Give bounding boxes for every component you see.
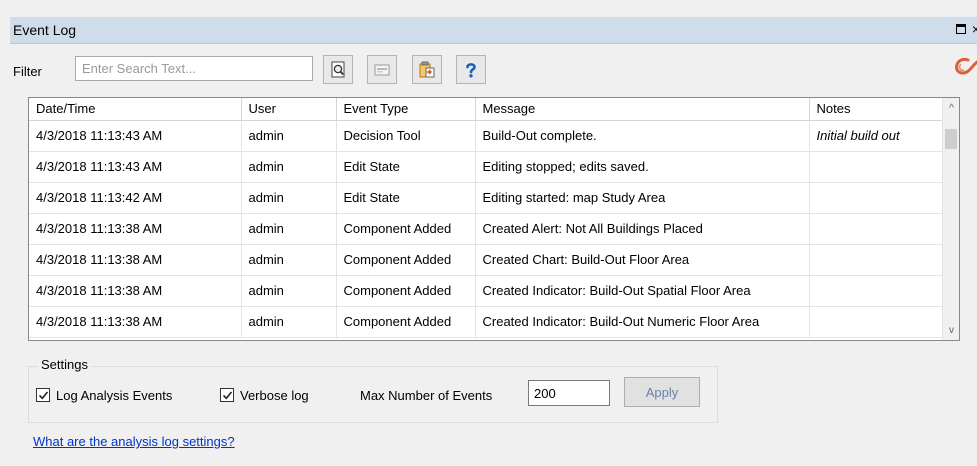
help-question-icon bbox=[466, 63, 476, 78]
column-header-datetime[interactable]: Date/Time bbox=[29, 98, 242, 121]
app-logo-icon bbox=[948, 53, 977, 83]
clear-filter-icon bbox=[374, 64, 390, 76]
restore-icon bbox=[956, 24, 966, 34]
cell-user: admin bbox=[241, 213, 337, 245]
cell-message: Created Alert: Not All Buildings Placed bbox=[475, 213, 810, 245]
cell-message: Created Chart: Build-Out Floor Area bbox=[475, 244, 810, 276]
column-header-notes[interactable]: Notes bbox=[809, 98, 943, 121]
cell-user: admin bbox=[241, 182, 337, 214]
header-row: Date/Time User Event Type Message Notes bbox=[29, 98, 943, 121]
cell-user: admin bbox=[241, 151, 337, 183]
scroll-down-arrow-icon[interactable]: v bbox=[943, 322, 959, 339]
cell-event-type: Component Added bbox=[336, 306, 476, 338]
cell-event-type: Component Added bbox=[336, 213, 476, 245]
table-row[interactable]: 4/3/2018 11:13:38 AM admin Component Add… bbox=[29, 244, 943, 276]
table-row[interactable]: 4/3/2018 11:13:43 AM admin Edit State Ed… bbox=[29, 151, 943, 183]
help-button[interactable] bbox=[456, 55, 486, 84]
clear-filter-button[interactable] bbox=[367, 55, 397, 84]
export-log-icon bbox=[419, 61, 435, 78]
cell-datetime: 4/3/2018 11:13:38 AM bbox=[29, 213, 242, 245]
close-button[interactable]: × bbox=[968, 20, 977, 38]
scroll-thumb[interactable] bbox=[945, 129, 957, 149]
checkbox-box[interactable] bbox=[36, 388, 50, 402]
cell-notes[interactable]: Initial build out bbox=[809, 120, 943, 152]
cell-event-type: Component Added bbox=[336, 244, 476, 276]
title-bar: Event Log × bbox=[10, 17, 977, 44]
filter-label: Filter bbox=[13, 64, 42, 79]
table-row[interactable]: 4/3/2018 11:13:38 AM admin Component Add… bbox=[29, 275, 943, 307]
vertical-scrollbar[interactable]: ^ v bbox=[942, 98, 959, 340]
verbose-log-label[interactable]: Verbose log bbox=[240, 388, 309, 403]
log-analysis-events-label[interactable]: Log Analysis Events bbox=[56, 388, 172, 403]
table-row[interactable]: 4/3/2018 11:13:38 AM admin Component Add… bbox=[29, 306, 943, 338]
window-title: Event Log bbox=[13, 22, 77, 38]
cell-message: Created Indicator: Build-Out Numeric Flo… bbox=[475, 306, 810, 338]
max-events-label: Max Number of Events bbox=[360, 388, 493, 403]
checkbox-box[interactable] bbox=[220, 388, 234, 402]
cell-notes[interactable] bbox=[809, 244, 943, 276]
cell-datetime: 4/3/2018 11:13:38 AM bbox=[29, 306, 242, 338]
cell-message: Editing stopped; edits saved. bbox=[475, 151, 810, 183]
cell-notes[interactable] bbox=[809, 275, 943, 307]
search-input[interactable] bbox=[75, 56, 313, 81]
cell-event-type: Edit State bbox=[336, 151, 476, 183]
cell-message: Editing started: map Study Area bbox=[475, 182, 810, 214]
cell-user: admin bbox=[241, 306, 337, 338]
table-row[interactable]: 4/3/2018 11:13:38 AM admin Component Add… bbox=[29, 213, 943, 245]
cell-message: Build-Out complete. bbox=[475, 120, 810, 152]
cell-message: Created Indicator: Build-Out Spatial Flo… bbox=[475, 275, 810, 307]
cell-user: admin bbox=[241, 275, 337, 307]
cell-event-type: Component Added bbox=[336, 275, 476, 307]
apply-button[interactable]: Apply bbox=[624, 377, 700, 407]
checkmark-icon bbox=[222, 391, 233, 400]
scroll-up-arrow-icon[interactable]: ^ bbox=[943, 100, 959, 117]
cell-notes[interactable] bbox=[809, 306, 943, 338]
cell-event-type: Decision Tool bbox=[336, 120, 476, 152]
verbose-log-checkbox[interactable]: Verbose log bbox=[220, 387, 309, 403]
cell-user: admin bbox=[241, 120, 337, 152]
settings-legend: Settings bbox=[38, 357, 91, 372]
cell-datetime: 4/3/2018 11:13:38 AM bbox=[29, 244, 242, 276]
column-header-event-type[interactable]: Event Type bbox=[336, 98, 476, 121]
event-log-grid[interactable]: Date/Time User Event Type Message Notes … bbox=[28, 97, 960, 341]
cell-datetime: 4/3/2018 11:13:43 AM bbox=[29, 151, 242, 183]
cell-user: admin bbox=[241, 244, 337, 276]
cell-datetime: 4/3/2018 11:13:38 AM bbox=[29, 275, 242, 307]
export-log-button[interactable] bbox=[412, 55, 442, 84]
event-table: Date/Time User Event Type Message Notes … bbox=[29, 98, 943, 338]
analysis-log-help-link[interactable]: What are the analysis log settings? bbox=[33, 434, 235, 449]
search-log-button[interactable] bbox=[323, 55, 353, 84]
cell-datetime: 4/3/2018 11:13:42 AM bbox=[29, 182, 242, 214]
column-header-user[interactable]: User bbox=[241, 98, 337, 121]
log-analysis-events-checkbox[interactable]: Log Analysis Events bbox=[36, 387, 172, 403]
checkmark-icon bbox=[38, 391, 49, 400]
cell-event-type: Edit State bbox=[336, 182, 476, 214]
cell-notes[interactable] bbox=[809, 213, 943, 245]
max-events-input[interactable] bbox=[528, 380, 610, 406]
column-header-message[interactable]: Message bbox=[475, 98, 810, 121]
cell-notes[interactable] bbox=[809, 182, 943, 214]
table-row[interactable]: 4/3/2018 11:13:43 AM admin Decision Tool… bbox=[29, 120, 943, 152]
event-log-panel: Event Log × Filter Enter Search Text... … bbox=[0, 0, 977, 466]
restore-button[interactable] bbox=[953, 20, 969, 38]
table-row[interactable]: 4/3/2018 11:13:42 AM admin Edit State Ed… bbox=[29, 182, 943, 214]
search-log-icon bbox=[331, 61, 345, 78]
cell-notes[interactable] bbox=[809, 151, 943, 183]
cell-datetime: 4/3/2018 11:13:43 AM bbox=[29, 120, 242, 152]
